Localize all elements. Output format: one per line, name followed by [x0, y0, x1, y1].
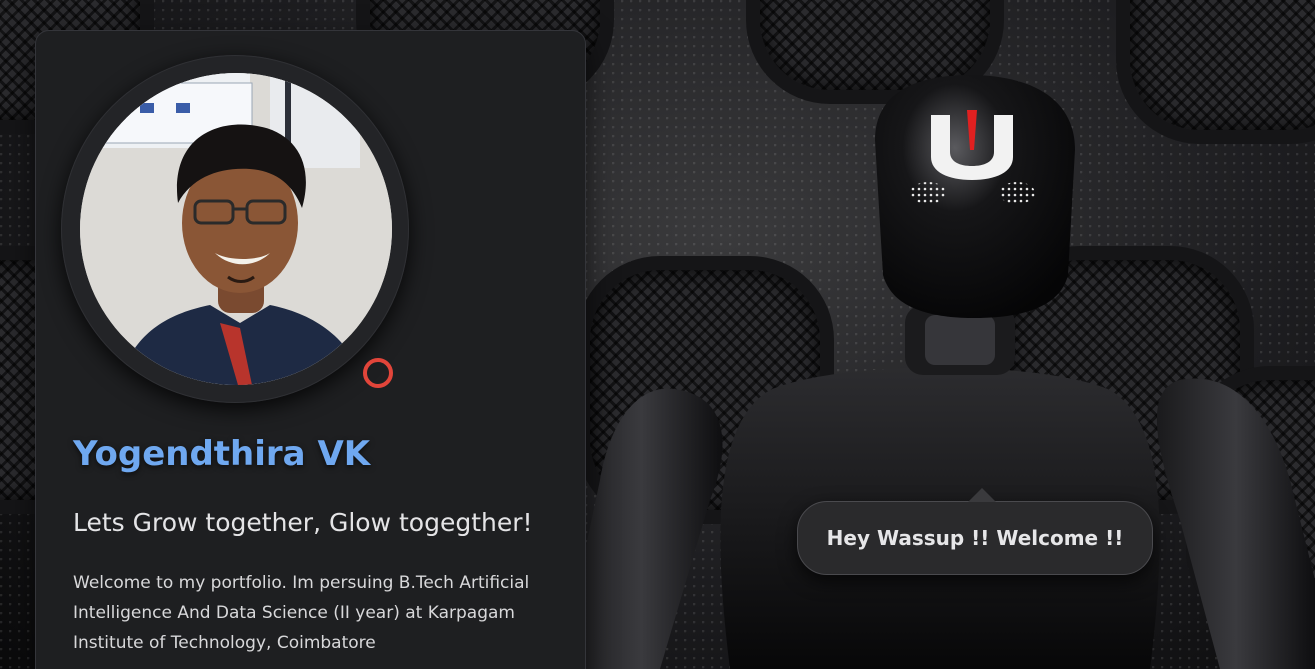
avatar — [80, 73, 392, 385]
profile-photo-icon — [80, 73, 392, 385]
speech-text: Hey Wassup !! Welcome !! — [826, 526, 1124, 550]
robot-illustration — [560, 75, 1315, 669]
profile-tagline: Lets Grow together, Glow togegther! — [73, 508, 533, 537]
profile-card: Yogendthira VK Lets Grow together, Glow … — [35, 30, 586, 669]
avatar-frame — [61, 55, 409, 403]
profile-name: Yogendthira VK — [73, 434, 371, 474]
robot-speech-bubble: Hey Wassup !! Welcome !! — [797, 488, 1153, 575]
profile-bio: Welcome to my portfolio. Im persuing B.T… — [73, 573, 530, 653]
robot-right-eye — [999, 182, 1035, 204]
robot-right-arm — [1156, 378, 1315, 669]
status-indicator — [363, 358, 393, 388]
hero-section: Hey Wassup !! Welcome !! Yogendthira VK … — [0, 0, 1315, 669]
robot-left-eye — [910, 182, 946, 204]
